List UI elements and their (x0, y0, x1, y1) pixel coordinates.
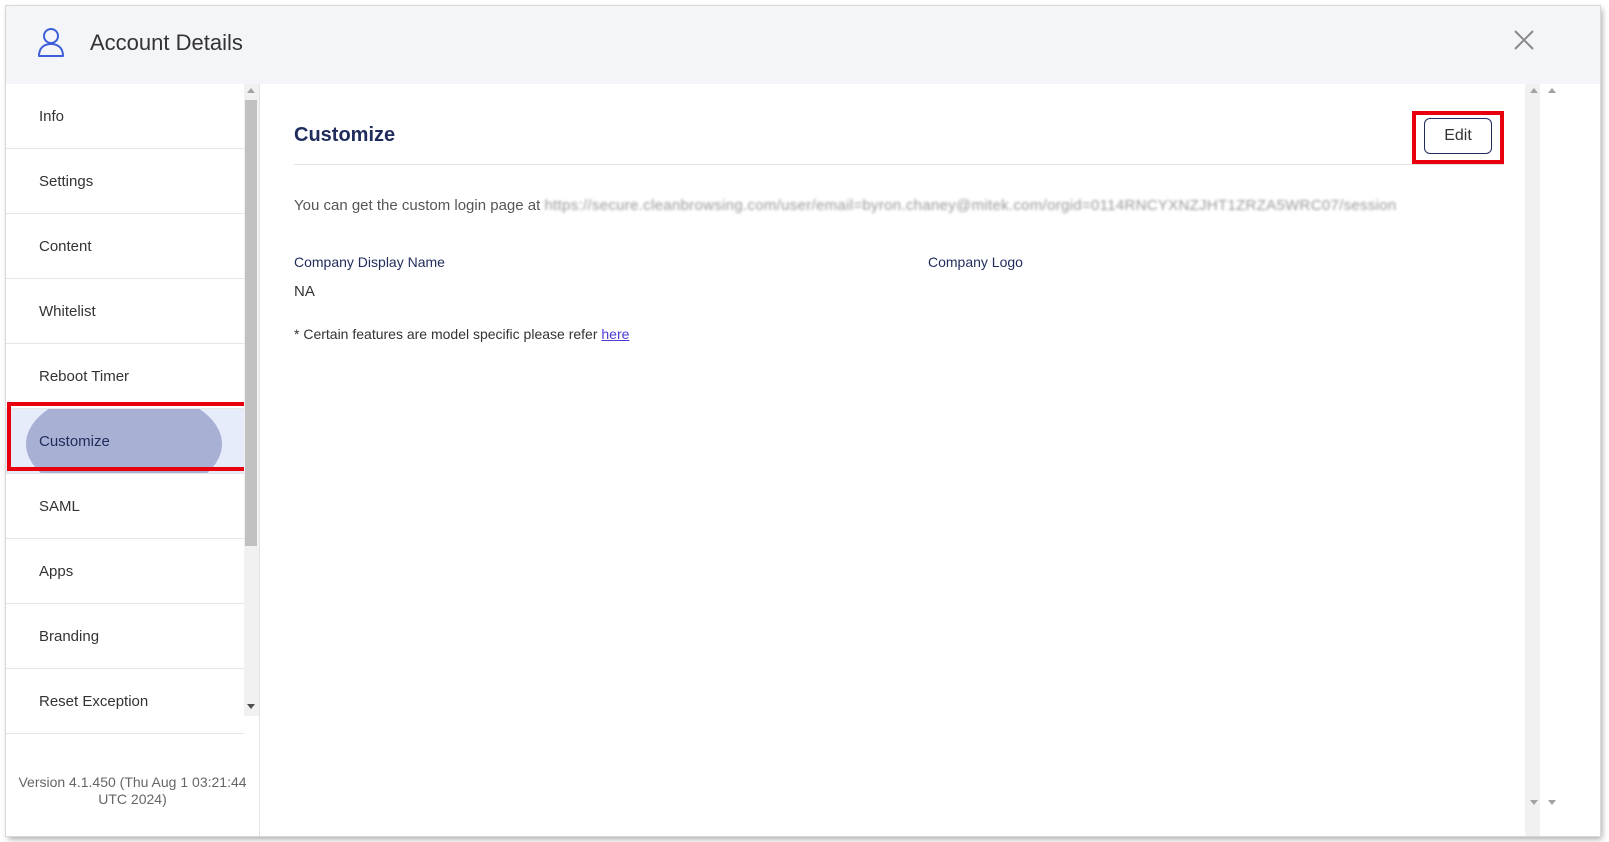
sidebar-item-saml[interactable]: SAML (6, 474, 244, 539)
version-line-1: Version 4.1.450 (Thu Aug 1 03:21:44 (18, 774, 247, 790)
scroll-down-arrow-icon[interactable] (1548, 800, 1556, 805)
scroll-up-arrow-icon[interactable] (247, 88, 255, 93)
sidebar-item-label: Info (39, 107, 65, 125)
sidebar-item-label: SAML (39, 497, 80, 515)
sidebar-item-label: Whitelist (39, 302, 96, 320)
sidebar-item-reboot-timer[interactable]: Reboot Timer (6, 344, 244, 409)
here-link[interactable]: here (601, 326, 629, 342)
custom-login-text: You can get the custom login page at htt… (294, 197, 1397, 214)
model-note: * Certain features are model specific pl… (294, 326, 629, 342)
sidebar-item-label: Settings (39, 172, 94, 190)
user-icon (38, 28, 64, 57)
dialog-header: Account Details (6, 6, 1600, 84)
sidebar-item-label: Branding (39, 627, 100, 645)
company-display-name-label: Company Display Name (294, 254, 445, 270)
custom-login-url[interactable]: https://secure.cleanbrowsing.com/user/em… (544, 197, 1396, 214)
model-note-text: * Certain features are model specific pl… (294, 326, 598, 342)
dialog-title: Account Details (90, 30, 243, 55)
sidebar-item-content[interactable]: Content (6, 214, 244, 279)
edit-button[interactable]: Edit (1424, 118, 1492, 154)
close-icon[interactable] (1512, 28, 1536, 52)
scroll-up-arrow-icon[interactable] (1530, 88, 1538, 93)
scroll-up-arrow-icon[interactable] (1548, 88, 1556, 93)
main-content: Customize Edit You can get the custom lo… (260, 84, 1525, 836)
sidebar-item-label: Reset Exception (39, 692, 149, 710)
version-info: Version 4.1.450 (Thu Aug 1 03:21:44 UTC … (6, 774, 259, 808)
account-details-dialog: Account Details Info Settings Content Wh… (6, 6, 1600, 836)
sidebar-item-settings[interactable]: Settings (6, 149, 244, 214)
sidebar-item-reset-exception[interactable]: Reset Exception (6, 669, 244, 734)
sidebar-nav: Info Settings Content Whitelist Reboot T… (6, 84, 244, 734)
page-title: Customize (294, 124, 396, 146)
sidebar-item-apps[interactable]: Apps (6, 539, 244, 604)
company-display-name-value: NA (294, 283, 315, 300)
scroll-down-arrow-icon[interactable] (247, 704, 255, 709)
title-divider (294, 164, 1504, 165)
main-scrollbar[interactable] (1525, 84, 1540, 836)
sidebar-item-label: Content (39, 237, 92, 255)
sidebar-item-label: Customize (39, 432, 110, 450)
version-line-2: UTC 2024) (98, 791, 167, 807)
sidebar-scrollbar-thumb[interactable] (245, 100, 257, 546)
custom-login-prefix: You can get the custom login page at (294, 197, 541, 214)
sidebar: Info Settings Content Whitelist Reboot T… (6, 84, 260, 836)
sidebar-item-info[interactable]: Info (6, 84, 244, 149)
scroll-down-arrow-icon[interactable] (1530, 800, 1538, 805)
sidebar-item-label: Apps (39, 562, 74, 580)
sidebar-item-whitelist[interactable]: Whitelist (6, 279, 244, 344)
company-logo-label: Company Logo (928, 254, 1023, 270)
sidebar-item-customize[interactable]: Customize (6, 409, 244, 474)
sidebar-item-label: Reboot Timer (39, 367, 130, 385)
sidebar-item-branding[interactable]: Branding (6, 604, 244, 669)
